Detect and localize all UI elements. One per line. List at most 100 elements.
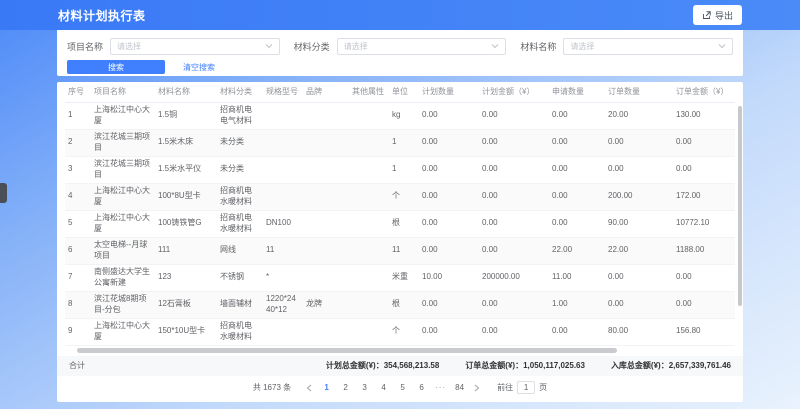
table-cell: 0.00 [419,291,479,318]
table-cell: 0.00 [479,102,549,129]
table-cell: 6 [65,237,91,264]
page-button-2[interactable]: 2 [338,381,353,395]
total-item-1: 订单总金额(¥)：1,050,117,025.63 [465,360,585,371]
table-cell: 1 [65,102,91,129]
goto-label: 前往 [497,382,513,393]
table-cell: 龙牌 [303,291,349,318]
table-header-row: 序号项目名称材料名称材料分类规格型号品牌其他属性单位计划数量计划金额（¥）申请数… [65,82,735,102]
column-header: 订单数量 [605,82,673,102]
column-header: 品牌 [303,82,349,102]
page-button-5[interactable]: 5 [395,381,410,395]
table-cell [349,210,389,237]
table-cell [349,291,389,318]
table-cell: 上海松江中心大厦 [91,183,155,210]
table-cell: 0.00 [673,291,735,318]
filter-group-2: 材料名称请选择 [520,38,733,55]
clear-search-link[interactable]: 清空搜索 [183,62,215,73]
table-cell: 200000.00 [479,264,549,291]
table-cell: 0.00 [419,129,479,156]
table-row: 1上海松江中心大厦1.5铜招商机电 电气材料kg0.000.000.0020.0… [65,102,735,129]
table-panel: 序号项目名称材料名称材料分类规格型号品牌其他属性单位计划数量计划金额（¥）申请数… [57,82,743,402]
table-cell: 11 [389,237,419,264]
table-cell: 80.00 [605,318,673,345]
column-header: 项目名称 [91,82,155,102]
export-button[interactable]: 导出 [693,5,742,25]
page-button-6[interactable]: 6 [414,381,429,395]
table-cell: 22.00 [605,237,673,264]
page-ellipsis: ··· [433,381,448,395]
total-value: 2,657,339,761.46 [669,361,731,370]
export-icon [702,11,711,20]
table-cell: 0.00 [549,102,605,129]
chevron-down-icon [491,43,499,49]
page-button-1[interactable]: 1 [319,381,334,395]
total-value: 1,050,117,025.63 [523,361,585,370]
horizontal-scrollbar-thumb[interactable] [77,348,617,353]
page-button-84[interactable]: 84 [452,381,467,395]
table-cell: 10772.10 [673,210,735,237]
table-cell: 招商机电 水暖材料 [217,210,263,237]
page-button-3[interactable]: 3 [357,381,372,395]
table-cell: 招商机电 水暖材料 [217,318,263,345]
table-cell: 个 [389,183,419,210]
filter-label: 材料名称 [520,40,556,53]
table-cell [263,183,303,210]
table-cell: 米重 [389,264,419,291]
table-cell: 0.00 [605,129,673,156]
total-label: 入库总金额(¥)： [611,361,669,370]
total-item-0: 计划总金额(¥)：354,568,213.58 [326,360,439,371]
table-cell [263,129,303,156]
table-cell: 100*8U型卡 [155,183,217,210]
chevron-down-icon [265,43,273,49]
table-row: 5上海松江中心大厦100铸铁管G招商机电 水暖材料DN100根0.000.000… [65,210,735,237]
filter-label: 项目名称 [67,40,103,53]
table-cell: 9 [65,318,91,345]
sidebar-collapse-handle[interactable] [0,183,7,203]
table-cell: 156.80 [673,318,735,345]
prev-page-button[interactable] [303,381,315,395]
table-cell: 滨江花城三期项目 [91,156,155,183]
table-cell: 根 [389,210,419,237]
filter-select-2[interactable]: 请选择 [563,38,733,55]
table-cell: 0.00 [673,156,735,183]
filter-panel: 项目名称请选择材料分类请选择材料名称请选择 搜索 清空搜索 [57,30,743,76]
table-cell: 滨江花城三期项目 [91,129,155,156]
app-window: 材料计划执行表 导出 项目名称请选择材料分类请选择材料名称请选择 搜索 清空搜索… [0,0,800,409]
table-cell [263,318,303,345]
table-cell: 200.00 [605,183,673,210]
table-cell [349,237,389,264]
horizontal-scrollbar [65,348,735,354]
search-button[interactable]: 搜索 [67,60,165,74]
table-cell: 0.00 [549,183,605,210]
goto-page-input[interactable] [517,381,535,394]
table-cell: * [263,264,303,291]
table-cell: 100铸铁管G [155,210,217,237]
table-cell [349,318,389,345]
vertical-scrollbar-thumb[interactable] [738,106,742,306]
next-page-button[interactable] [471,381,483,395]
table-cell: 网线 [217,237,263,264]
table-cell: 3 [65,156,91,183]
total-item-2: 入库总金额(¥)：2,657,339,761.46 [611,360,731,371]
page-title: 材料计划执行表 [58,7,146,24]
page-suffix-label: 页 [539,382,547,393]
table-cell: 5 [65,210,91,237]
table-cell: 150*10U型卡 [155,318,217,345]
table-cell [303,318,349,345]
table-cell: 11 [263,237,303,264]
table-cell: 7 [65,264,91,291]
page-button-4[interactable]: 4 [376,381,391,395]
filter-select-0[interactable]: 请选择 [110,38,280,55]
table-cell: 墙面辅材 [217,291,263,318]
table-row: 8滨江花城8期项目-分包12石膏板墙面辅材1220*2440*12龙牌根0.00… [65,291,735,318]
column-header: 序号 [65,82,91,102]
export-button-label: 导出 [715,9,733,22]
table-cell: 0.00 [479,318,549,345]
column-header: 单位 [389,82,419,102]
filter-select-1[interactable]: 请选择 [337,38,507,55]
table-cell: 0.00 [419,156,479,183]
column-header: 规格型号 [263,82,303,102]
table-cell [349,156,389,183]
filter-actions: 搜索 清空搜索 [67,60,733,74]
table-cell: 22.00 [549,237,605,264]
